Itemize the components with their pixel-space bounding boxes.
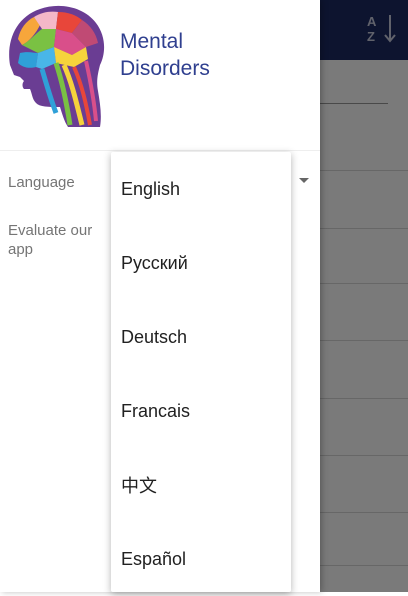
language-option-chinese[interactable]: 中文 bbox=[111, 448, 291, 522]
menu-item-language[interactable]: Language bbox=[8, 173, 75, 192]
language-spinner-arrow-icon[interactable] bbox=[299, 178, 309, 183]
menu-item-evaluate-app[interactable]: Evaluate our app bbox=[8, 221, 108, 259]
language-dropdown: English Русский Deutsch Francais 中文 Espa… bbox=[111, 152, 291, 592]
language-option-french[interactable]: Francais bbox=[111, 374, 291, 448]
app-title: Mental Disorders bbox=[120, 30, 210, 80]
language-option-spanish[interactable]: Español bbox=[111, 522, 291, 596]
drawer-divider bbox=[0, 150, 320, 151]
app-logo-head-icon bbox=[9, 5, 105, 128]
language-option-german[interactable]: Deutsch bbox=[111, 300, 291, 374]
language-option-russian[interactable]: Русский bbox=[111, 226, 291, 300]
language-option-english[interactable]: English bbox=[111, 152, 291, 226]
